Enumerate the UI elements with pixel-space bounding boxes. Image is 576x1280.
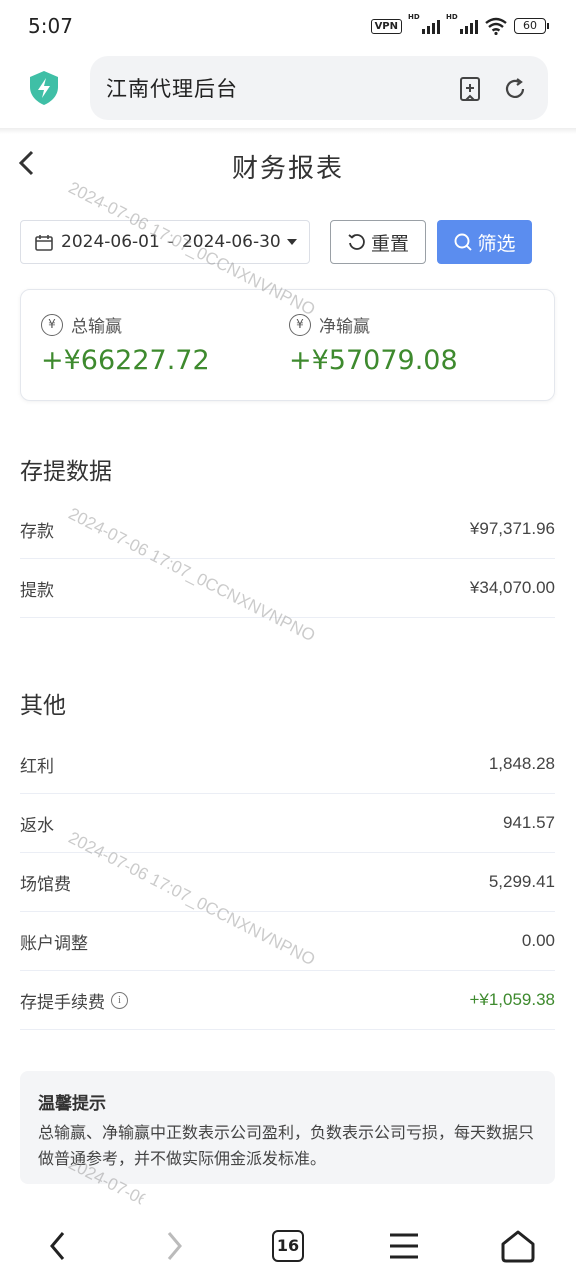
row-value: ¥97,371.96 [469,519,555,538]
calendar-icon [35,234,53,251]
status-time: 5:07 [28,14,73,38]
table-row-bonus: 红利 1,848.28 [20,735,555,794]
start-date[interactable]: 2024-06-01 [61,232,160,252]
tips-title: 温馨提示 [38,1094,106,1114]
page-header: 财务报表 [0,134,576,196]
browser-address-bar: 江南代理后台 [0,52,576,130]
row-label: 存提手续费 i [20,988,128,1013]
table-row-transaction-fee: 存提手续费 i +¥1,059.38 [20,971,555,1030]
tabs-button[interactable]: 16 [268,1226,308,1266]
table-row-rebate: 返水 941.57 [20,794,555,853]
row-value: +¥1,059.38 [469,990,555,1009]
vpn-icon: VPN [370,18,402,34]
nav-back-button[interactable] [38,1226,78,1266]
wifi-icon [485,17,507,35]
address-field[interactable]: 江南代理后台 [90,56,548,120]
row-value: 0.00 [521,931,555,950]
refresh-icon[interactable] [502,76,528,102]
row-label: 账户调整 [20,933,88,954]
filter-button[interactable]: 筛选 [437,220,532,264]
other-section-title: 其他 [20,693,66,719]
row-label: 场馆费 [20,874,71,895]
total-win-loss-value: +¥66227.72 [41,345,210,376]
row-label: 提款 [20,580,54,601]
status-icons: VPN HD HD 60 [370,13,549,35]
search-icon [455,233,473,251]
back-icon [50,1232,65,1260]
forward-icon [167,1232,182,1260]
total-win-loss: ¥ 总输赢 +¥66227.72 [41,312,210,376]
menu-button[interactable] [384,1226,424,1266]
row-value: 941.57 [503,813,555,832]
home-button[interactable] [498,1226,538,1266]
nav-forward-button[interactable] [154,1226,194,1266]
filter-label: 筛选 [477,232,516,255]
bookmark-add-icon[interactable] [457,76,483,102]
net-win-loss-label: 净输赢 [319,317,370,337]
signal-icon: HD [408,13,440,34]
table-row-withdraw: 提款 ¥34,070.00 [20,559,555,618]
reset-label: 重置 [370,232,409,255]
browser-bottom-nav: 16 [0,1210,576,1280]
row-label: 返水 [20,815,54,836]
reset-icon [348,234,365,250]
table-row-venue-fee: 场馆费 5,299.41 [20,853,555,912]
deposit-section-title: 存提数据 [20,459,112,485]
table-row-account-adjust: 账户调整 0.00 [20,912,555,971]
row-label: 存款 [20,521,54,542]
row-value: 5,299.41 [488,872,555,891]
table-row-deposit: 存款 ¥97,371.96 [20,500,555,559]
yen-icon: ¥ [41,313,63,336]
tips-body: 总输赢、净输赢中正数表示公司盈利，负数表示公司亏损，每天数据只做普通参考，并不做… [38,1123,535,1168]
home-icon [501,1230,535,1263]
info-icon[interactable]: i [111,991,128,1009]
date-range-picker[interactable]: 2024-06-01 - 2024-06-30 [20,220,310,264]
net-win-loss-value: +¥57079.08 [289,345,458,376]
yen-icon: ¥ [289,313,311,336]
security-shield-icon[interactable] [28,70,60,106]
tips-box: 温馨提示 总输赢、净输赢中正数表示公司盈利，负数表示公司亏损，每天数据只做普通参… [20,1071,555,1184]
total-win-loss-label: 总输赢 [71,317,122,337]
battery-icon: 60 [514,18,549,34]
page-title: 财务报表 [231,154,344,184]
row-label: 红利 [20,756,54,777]
status-bar: 5:07 VPN HD HD 60 [0,0,576,52]
chevron-down-icon [286,239,297,245]
reset-button[interactable]: 重置 [330,220,426,264]
summary-card: ¥ 总输赢 +¥66227.72 ¥ 净输赢 +¥57079.08 [20,289,555,401]
date-separator: - [167,232,174,252]
net-win-loss: ¥ 净输赢 +¥57079.08 [289,312,458,376]
row-value: 1,848.28 [488,754,555,773]
end-date[interactable]: 2024-06-30 [182,232,281,252]
menu-icon [390,1233,418,1259]
tab-count: 16 [272,1230,304,1262]
signal-icon-2: HD [446,13,478,34]
row-value: ¥34,070.00 [469,578,555,597]
row-label-text: 存提手续费 [20,992,105,1013]
address-text[interactable]: 江南代理后台 [106,73,238,103]
